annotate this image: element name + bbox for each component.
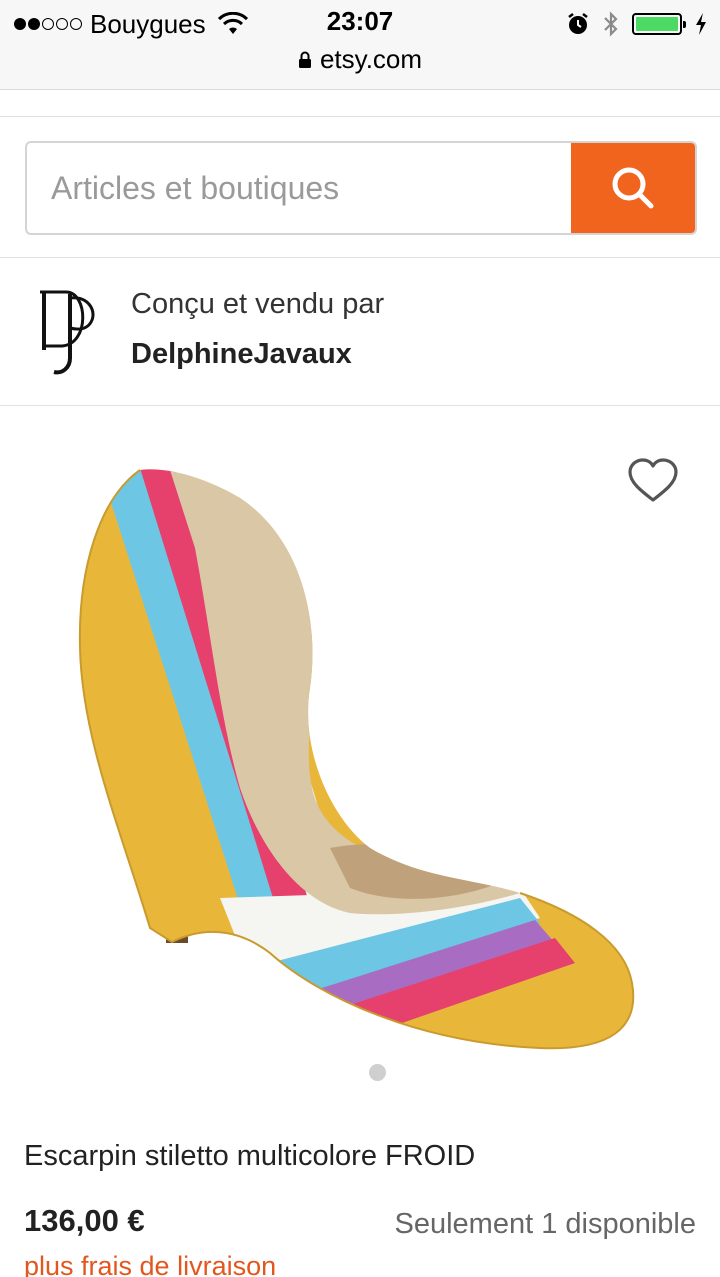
product-title: Escarpin stiletto multicolore FROID [24, 1140, 476, 1172]
alarm-icon [568, 13, 588, 34]
product-price: 136,00 € [24, 1203, 145, 1238]
bluetooth-icon [604, 11, 618, 37]
product-image[interactable] [0, 408, 720, 1098]
multicolor-stiletto-pump-image [78, 469, 635, 1050]
search-section [0, 116, 720, 258]
availability-text: Seulement 1 disponible [394, 1208, 696, 1240]
dj-monogram-logo [40, 290, 95, 375]
status-bar: Bouygues 23:07 etsy.com [0, 0, 720, 90]
lock-icon [298, 51, 311, 68]
seller-name[interactable]: DelphineJavaux [131, 338, 352, 371]
url-text: etsy.com [319, 44, 423, 74]
battery-icon [632, 13, 686, 35]
seller-info[interactable]: Conçu et vendu par DelphineJavaux [0, 258, 720, 406]
address-bar[interactable]: etsy.com [0, 44, 720, 75]
search-icon [612, 167, 654, 209]
search-input[interactable] [27, 143, 573, 233]
heart-icon[interactable] [626, 456, 680, 506]
charging-icon [696, 13, 706, 35]
shipping-cost-link[interactable]: plus frais de livraison [24, 1251, 276, 1277]
search-box [25, 141, 697, 235]
search-button[interactable] [571, 143, 695, 233]
status-bar-right [566, 8, 708, 40]
seller-caption: Conçu et vendu par [131, 288, 385, 320]
carousel-dot[interactable] [369, 1064, 386, 1081]
battery-fill [636, 17, 678, 31]
